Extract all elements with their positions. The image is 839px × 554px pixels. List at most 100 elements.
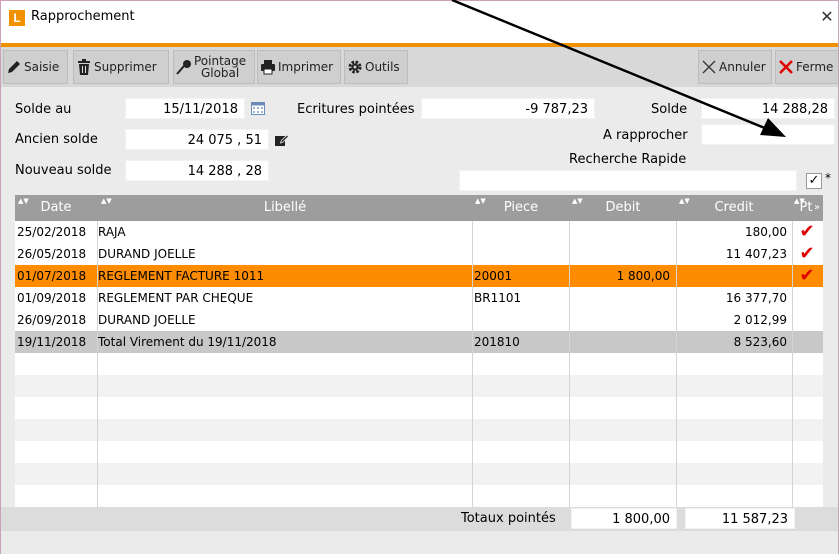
table-row[interactable] [15, 397, 823, 419]
header-debit[interactable]: Debit [570, 195, 676, 221]
table-row[interactable]: 26/09/2018 DURAND JOELLE 2 012,99 [15, 309, 823, 331]
cell-date: 26/09/2018 [17, 313, 87, 327]
cell-date: 01/07/2018 [17, 269, 87, 283]
table-row[interactable]: 26/05/2018 DURAND JOELLE 11 407,23 ✔ [15, 243, 823, 265]
trash-icon [76, 58, 92, 76]
cell-piece [474, 309, 568, 331]
cell-date: 26/05/2018 [17, 247, 87, 261]
header-credit[interactable]: Credit [677, 195, 791, 221]
table-row[interactable] [15, 463, 823, 485]
fermer-label: Ferme [796, 60, 834, 74]
cell-credit: 16 377,70 [725, 291, 787, 305]
cell-libelle: RAJA [98, 225, 126, 239]
rapprochement-window: L Rapprochement ✕ Saisie Supprimer Point… [0, 0, 839, 554]
ecritures-pointees-field[interactable]: -9 787,23 [421, 98, 595, 119]
app-logo-icon: L [9, 10, 25, 26]
saisie-label: Saisie [24, 60, 60, 74]
ancien-solde-label: Ancien solde [15, 132, 98, 147]
table-row[interactable] [15, 441, 823, 463]
column-divider [472, 221, 473, 507]
a-rapprocher-field[interactable] [701, 124, 835, 145]
table-row[interactable]: 01/07/2018 REGLEMENT FACTURE 1011 20001 1 8… [15, 265, 823, 287]
close-icon[interactable]: ✕ [820, 7, 834, 26]
pointed-check-icon[interactable] [793, 309, 821, 331]
saisie-button[interactable]: Saisie [3, 50, 68, 84]
table-row[interactable] [15, 485, 823, 507]
table-row[interactable]: 01/09/2018 REGLEMENT PAR CHEQUE BR1101 16 3… [15, 287, 823, 309]
status-strip [1, 531, 838, 554]
cell-libelle: DURAND JOELLE [98, 313, 196, 327]
grid-header: ▲▼ Date ▲▼ Libellé ▲▼ Piece ▲▼ Debit ▲▼ … [15, 195, 823, 221]
table-row[interactable] [15, 375, 823, 397]
recherche-rapide-input[interactable] [459, 170, 797, 191]
column-divider [569, 221, 570, 507]
cell-credit: 2 012,99 [733, 313, 787, 327]
outils-label: Outils [365, 60, 400, 74]
title-bar: L Rapprochement ✕ [1, 1, 838, 43]
column-divider [97, 221, 98, 507]
cell-piece: 201810 [474, 335, 520, 349]
pointed-check-icon[interactable]: ✔ [793, 221, 821, 243]
header-piece[interactable]: Piece [473, 195, 569, 221]
cell-debit [569, 243, 674, 265]
entries-grid: ▲▼ Date ▲▼ Libellé ▲▼ Piece ▲▼ Debit ▲▼ … [15, 195, 823, 507]
cell-debit: 1 800,00 [616, 269, 670, 283]
table-row[interactable] [15, 419, 823, 441]
cell-date: 25/02/2018 [17, 225, 87, 239]
totals-debit-field: 1 800,00 [571, 508, 677, 529]
pointed-check-icon[interactable] [793, 287, 821, 309]
table-row[interactable] [15, 353, 823, 375]
cell-debit [569, 287, 674, 309]
calendar-icon[interactable] [251, 101, 265, 115]
column-divider [792, 221, 793, 507]
ancien-solde-field[interactable]: 24 075 , 51 [125, 129, 269, 150]
header-date[interactable]: Date [15, 195, 97, 221]
solde-au-field[interactable]: 15/11/2018 [125, 98, 245, 119]
totals-bar: Totaux pointés 1 800,00 11 587,23 [1, 507, 838, 531]
outils-button[interactable]: Outils [344, 50, 408, 84]
cell-debit [569, 309, 674, 331]
pointage-global-button[interactable]: Pointage Global [173, 50, 255, 84]
header-libelle[interactable]: Libellé [98, 195, 472, 221]
window-title: Rapprochement [31, 9, 135, 24]
annuler-label: Annuler [719, 60, 766, 74]
table-row[interactable]: 25/02/2018 RAJA 180,00 ✔ [15, 221, 823, 243]
cell-libelle: REGLEMENT PAR CHEQUE [98, 291, 254, 305]
cell-date: 01/09/2018 [17, 291, 87, 305]
cell-libelle: Total Virement du 19/11/2018 [98, 335, 277, 349]
edit-icon[interactable] [275, 134, 290, 147]
cell-credit: 180,00 [745, 225, 787, 239]
solde-au-label: Solde au [15, 102, 72, 117]
solde-label: Solde [651, 102, 688, 117]
nouveau-solde-label: Nouveau solde [15, 163, 112, 178]
cell-debit [569, 331, 674, 353]
toolbar: Saisie Supprimer Pointage Global Imprime… [1, 47, 838, 87]
imprimer-label: Imprimer [278, 60, 334, 74]
printer-icon [260, 58, 276, 76]
cell-date: 19/11/2018 [17, 335, 87, 349]
close-red-icon [778, 58, 794, 76]
pointed-check-icon[interactable] [793, 331, 821, 353]
cell-libelle: DURAND JOELLE [98, 247, 196, 261]
cell-credit: 11 407,23 [725, 247, 787, 261]
search-option-checkbox[interactable]: ✓ [806, 173, 822, 189]
fermer-button[interactable]: Ferme [775, 50, 838, 84]
column-chooser-icon[interactable]: » [811, 195, 823, 221]
cancel-x-icon [701, 58, 717, 76]
cell-piece: BR1101 [474, 291, 522, 305]
required-star: * [825, 171, 831, 185]
nouveau-solde-field[interactable]: 14 288 , 28 [125, 160, 269, 181]
imprimer-button[interactable]: Imprimer [257, 50, 341, 84]
pointed-check-icon[interactable]: ✔ [793, 265, 821, 287]
cell-libelle: REGLEMENT FACTURE 1011 [98, 269, 265, 283]
annuler-button[interactable]: Annuler [698, 50, 772, 84]
cell-piece [474, 243, 568, 265]
column-divider [676, 221, 677, 507]
recherche-rapide-label: Recherche Rapide [569, 152, 687, 167]
pointed-check-icon[interactable]: ✔ [793, 243, 821, 265]
a-rapprocher-label: A rapprocher [603, 128, 688, 143]
totals-credit-field: 11 587,23 [685, 508, 795, 529]
solde-field[interactable]: 14 288,28 [701, 98, 835, 119]
supprimer-button[interactable]: Supprimer [73, 50, 169, 84]
table-row[interactable]: 19/11/2018 Total Virement du 19/11/2018 20… [15, 331, 823, 353]
